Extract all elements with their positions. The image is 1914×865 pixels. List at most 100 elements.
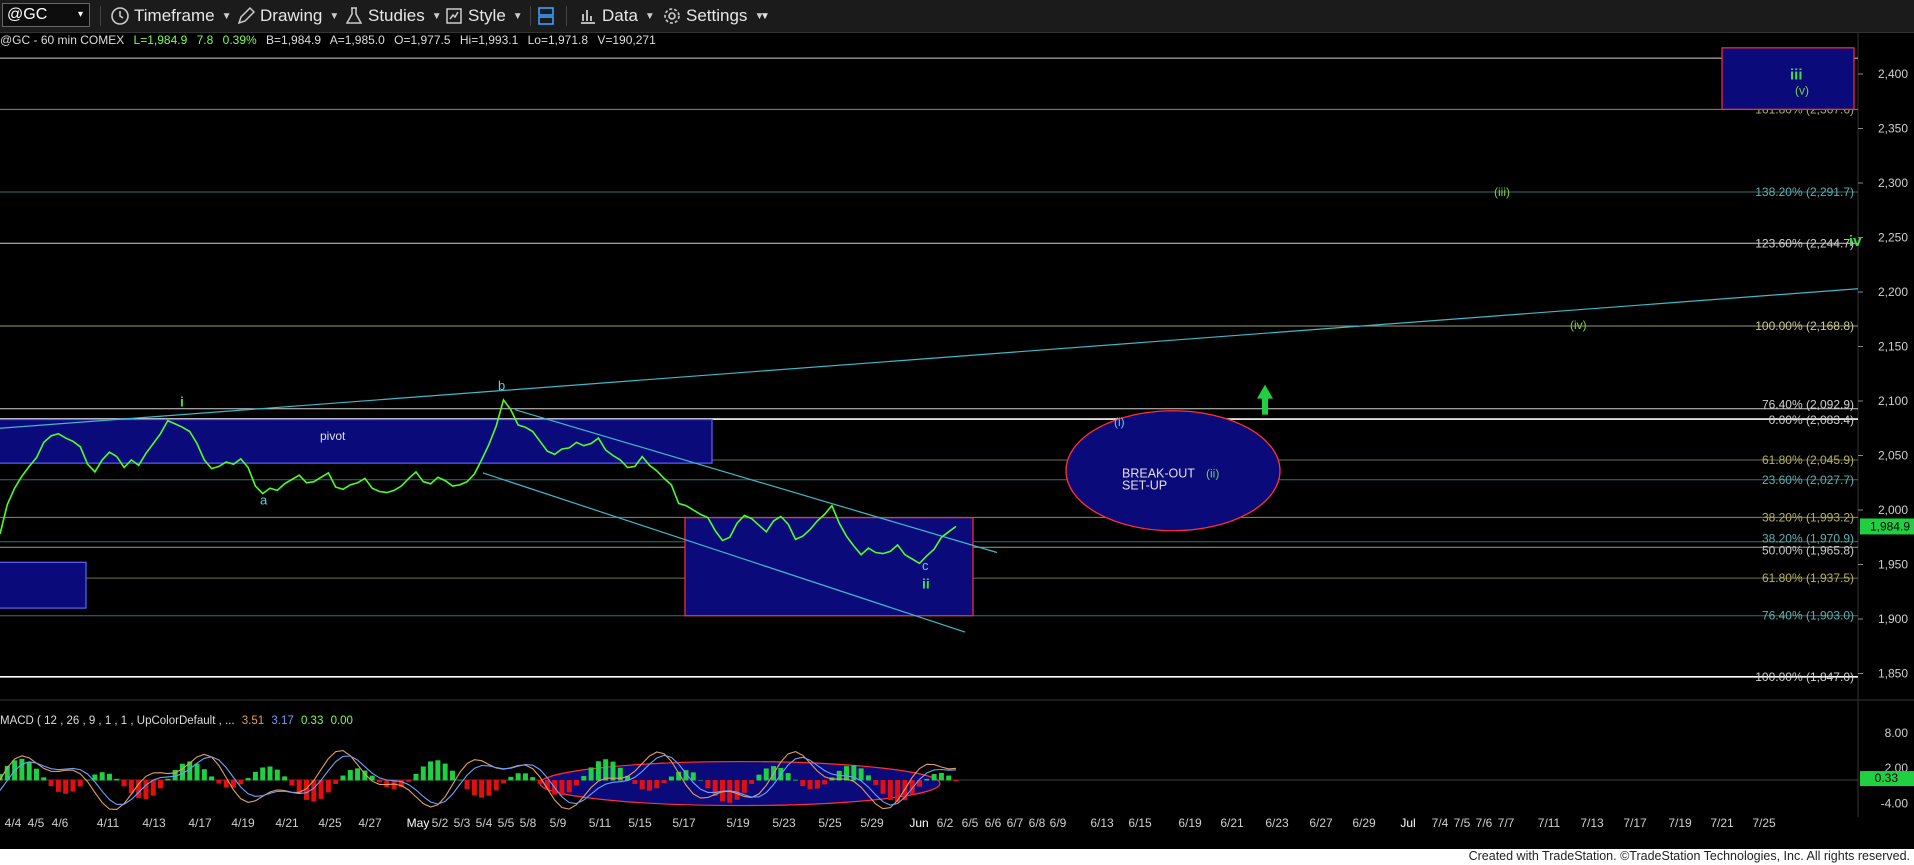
macd-histogram-bar	[865, 775, 871, 781]
price-tick-label: 2,400	[1878, 67, 1908, 81]
layout-icon	[538, 7, 554, 25]
time-tick-label: 6/13	[1090, 816, 1114, 830]
data-label: Data	[602, 6, 638, 25]
studies-button[interactable]: Studies ▼	[344, 4, 442, 28]
settings-label: Settings	[686, 6, 748, 25]
bar-chart-icon	[581, 10, 595, 24]
wave-label-i: i	[180, 393, 184, 409]
macd-histogram-bar	[486, 780, 492, 796]
macd-histogram-bar	[252, 771, 258, 781]
price-tick-label: 2,300	[1878, 176, 1908, 190]
symbol-input[interactable]: @GC ▾	[2, 3, 90, 27]
toolbar: @GC ▾ Timeframe ▼ Drawing ▼ Studies ▼ Style…	[0, 0, 1914, 33]
fib-level-label: 100.00% (1,847.0)	[1755, 670, 1854, 684]
time-tick-label: 7/25	[1752, 816, 1776, 830]
time-tick-label: 7/21	[1710, 816, 1734, 830]
macd-histogram-bar	[150, 780, 156, 796]
wave-label-ii: ii	[922, 575, 930, 591]
settings-button[interactable]: Settings ▼	[662, 4, 764, 28]
macd-tick-label: -4.00	[1881, 797, 1909, 811]
time-tick-label: 5/19	[726, 816, 750, 830]
toolbar-divider	[566, 6, 567, 26]
macd-histogram-bar	[41, 777, 47, 781]
time-tick-label: 7/11	[1538, 816, 1561, 830]
macd-histogram-bar	[800, 780, 806, 787]
time-tick-label: Jun	[909, 816, 928, 830]
fib-level-label: 100.00% (2,168.8)	[1755, 319, 1854, 333]
macd-histogram-bar	[48, 780, 54, 787]
toolbar-divider	[530, 6, 531, 26]
wave-label-sub-v: (v)	[1795, 84, 1809, 98]
drawing-button[interactable]: Drawing ▼	[236, 4, 339, 28]
macd-histogram-bar	[946, 775, 952, 781]
macd-histogram-bar	[70, 780, 76, 792]
macd-value: 3.51	[241, 715, 265, 727]
macd-histogram-bar	[435, 760, 441, 781]
breakout-label: SET-UP	[1122, 478, 1167, 492]
macd-histogram-bar	[501, 780, 507, 784]
time-tick-label: 6/6	[985, 816, 1002, 830]
macd-histogram-bar	[216, 780, 222, 784]
price-axis: 1,850 1,900 1,950 2,000 2,050 2,100 2,150 2,200…	[1858, 67, 1914, 681]
time-tick-label: 5/5	[498, 816, 515, 830]
macd-histogram-bar	[457, 779, 463, 781]
chevron-down-icon: ▼	[512, 10, 523, 22]
macd-histogram-bar	[763, 768, 769, 781]
macd-histogram-bar	[464, 780, 470, 790]
macd-histogram-bar	[880, 780, 886, 794]
clock-icon	[111, 7, 129, 25]
more-button[interactable]: ▼	[760, 4, 770, 28]
symbol-value: @GC	[7, 6, 48, 23]
macd-histogram-bar	[698, 779, 704, 781]
macd-histogram-bar	[194, 763, 200, 781]
time-tick-label: 4/19	[231, 816, 255, 830]
time-tick-label: 6/29	[1352, 816, 1376, 830]
macd-histogram-bar	[33, 768, 39, 781]
macd-histogram-bar	[158, 780, 164, 789]
macd-histogram-bar	[238, 780, 244, 785]
wave-label-c: c	[922, 558, 929, 573]
chevron-down-icon: ▼	[329, 10, 340, 22]
macd-histogram-bar	[442, 763, 448, 781]
macd-histogram-bar	[106, 773, 112, 781]
macd-histogram-bar	[749, 780, 755, 784]
fib-level-label: 61.80% (2,045.9)	[1762, 453, 1854, 467]
fib-level-label: 0.00% (2,083.4)	[1769, 413, 1854, 427]
macd-histogram-bar	[340, 775, 346, 781]
time-tick-label: 6/27	[1309, 816, 1333, 830]
fib-level-label: 76.40% (2,092.9)	[1762, 398, 1854, 412]
macd-histogram-bar	[428, 761, 434, 781]
time-tick-label: 4/25	[318, 816, 342, 830]
layout-button[interactable]	[536, 4, 560, 28]
macd-histogram-bar	[705, 780, 711, 789]
macd-histogram-bar	[121, 780, 127, 787]
time-tick-label: 7/19	[1668, 816, 1692, 830]
data-button[interactable]: Data ▼	[578, 4, 655, 28]
macd-histogram-bar	[909, 780, 915, 795]
macd-histogram-bar	[639, 780, 645, 790]
chevron-down-icon: ▼	[760, 10, 770, 22]
macd-histogram-bar	[887, 780, 893, 801]
macd-histogram-bar	[143, 780, 149, 800]
time-tick-label: 7/7	[1498, 816, 1515, 830]
macd-histogram-bar	[595, 761, 601, 781]
price-tick-label: 1,850	[1878, 667, 1908, 681]
macd-histogram-bar	[471, 780, 477, 796]
price-tick-label: 2,050	[1878, 449, 1908, 463]
fib-level-label: 38.20% (1,993.2)	[1762, 510, 1854, 524]
macd-histogram-bar	[654, 780, 660, 789]
macd-tick-label: 8.00	[1885, 726, 1909, 740]
macd-histogram-bar	[289, 780, 295, 786]
macd-histogram-bar	[668, 776, 674, 781]
time-tick-label: 5/23	[772, 816, 796, 830]
timeframe-button[interactable]: Timeframe ▼	[110, 4, 232, 28]
wave-label-iii: iii	[1790, 66, 1803, 83]
macd-histogram-bar	[267, 766, 273, 781]
time-tick-label: 5/29	[860, 816, 884, 830]
macd-legend: MACD ( 12 , 26 , 9 , 1 , 1 , UpColorDefa…	[0, 715, 353, 727]
time-tick-label: 4/4	[5, 816, 22, 830]
style-icon	[446, 8, 462, 24]
time-tick-label: 6/7	[1007, 816, 1024, 830]
wave-label-a: a	[260, 493, 268, 508]
style-button[interactable]: Style ▼	[444, 4, 523, 28]
